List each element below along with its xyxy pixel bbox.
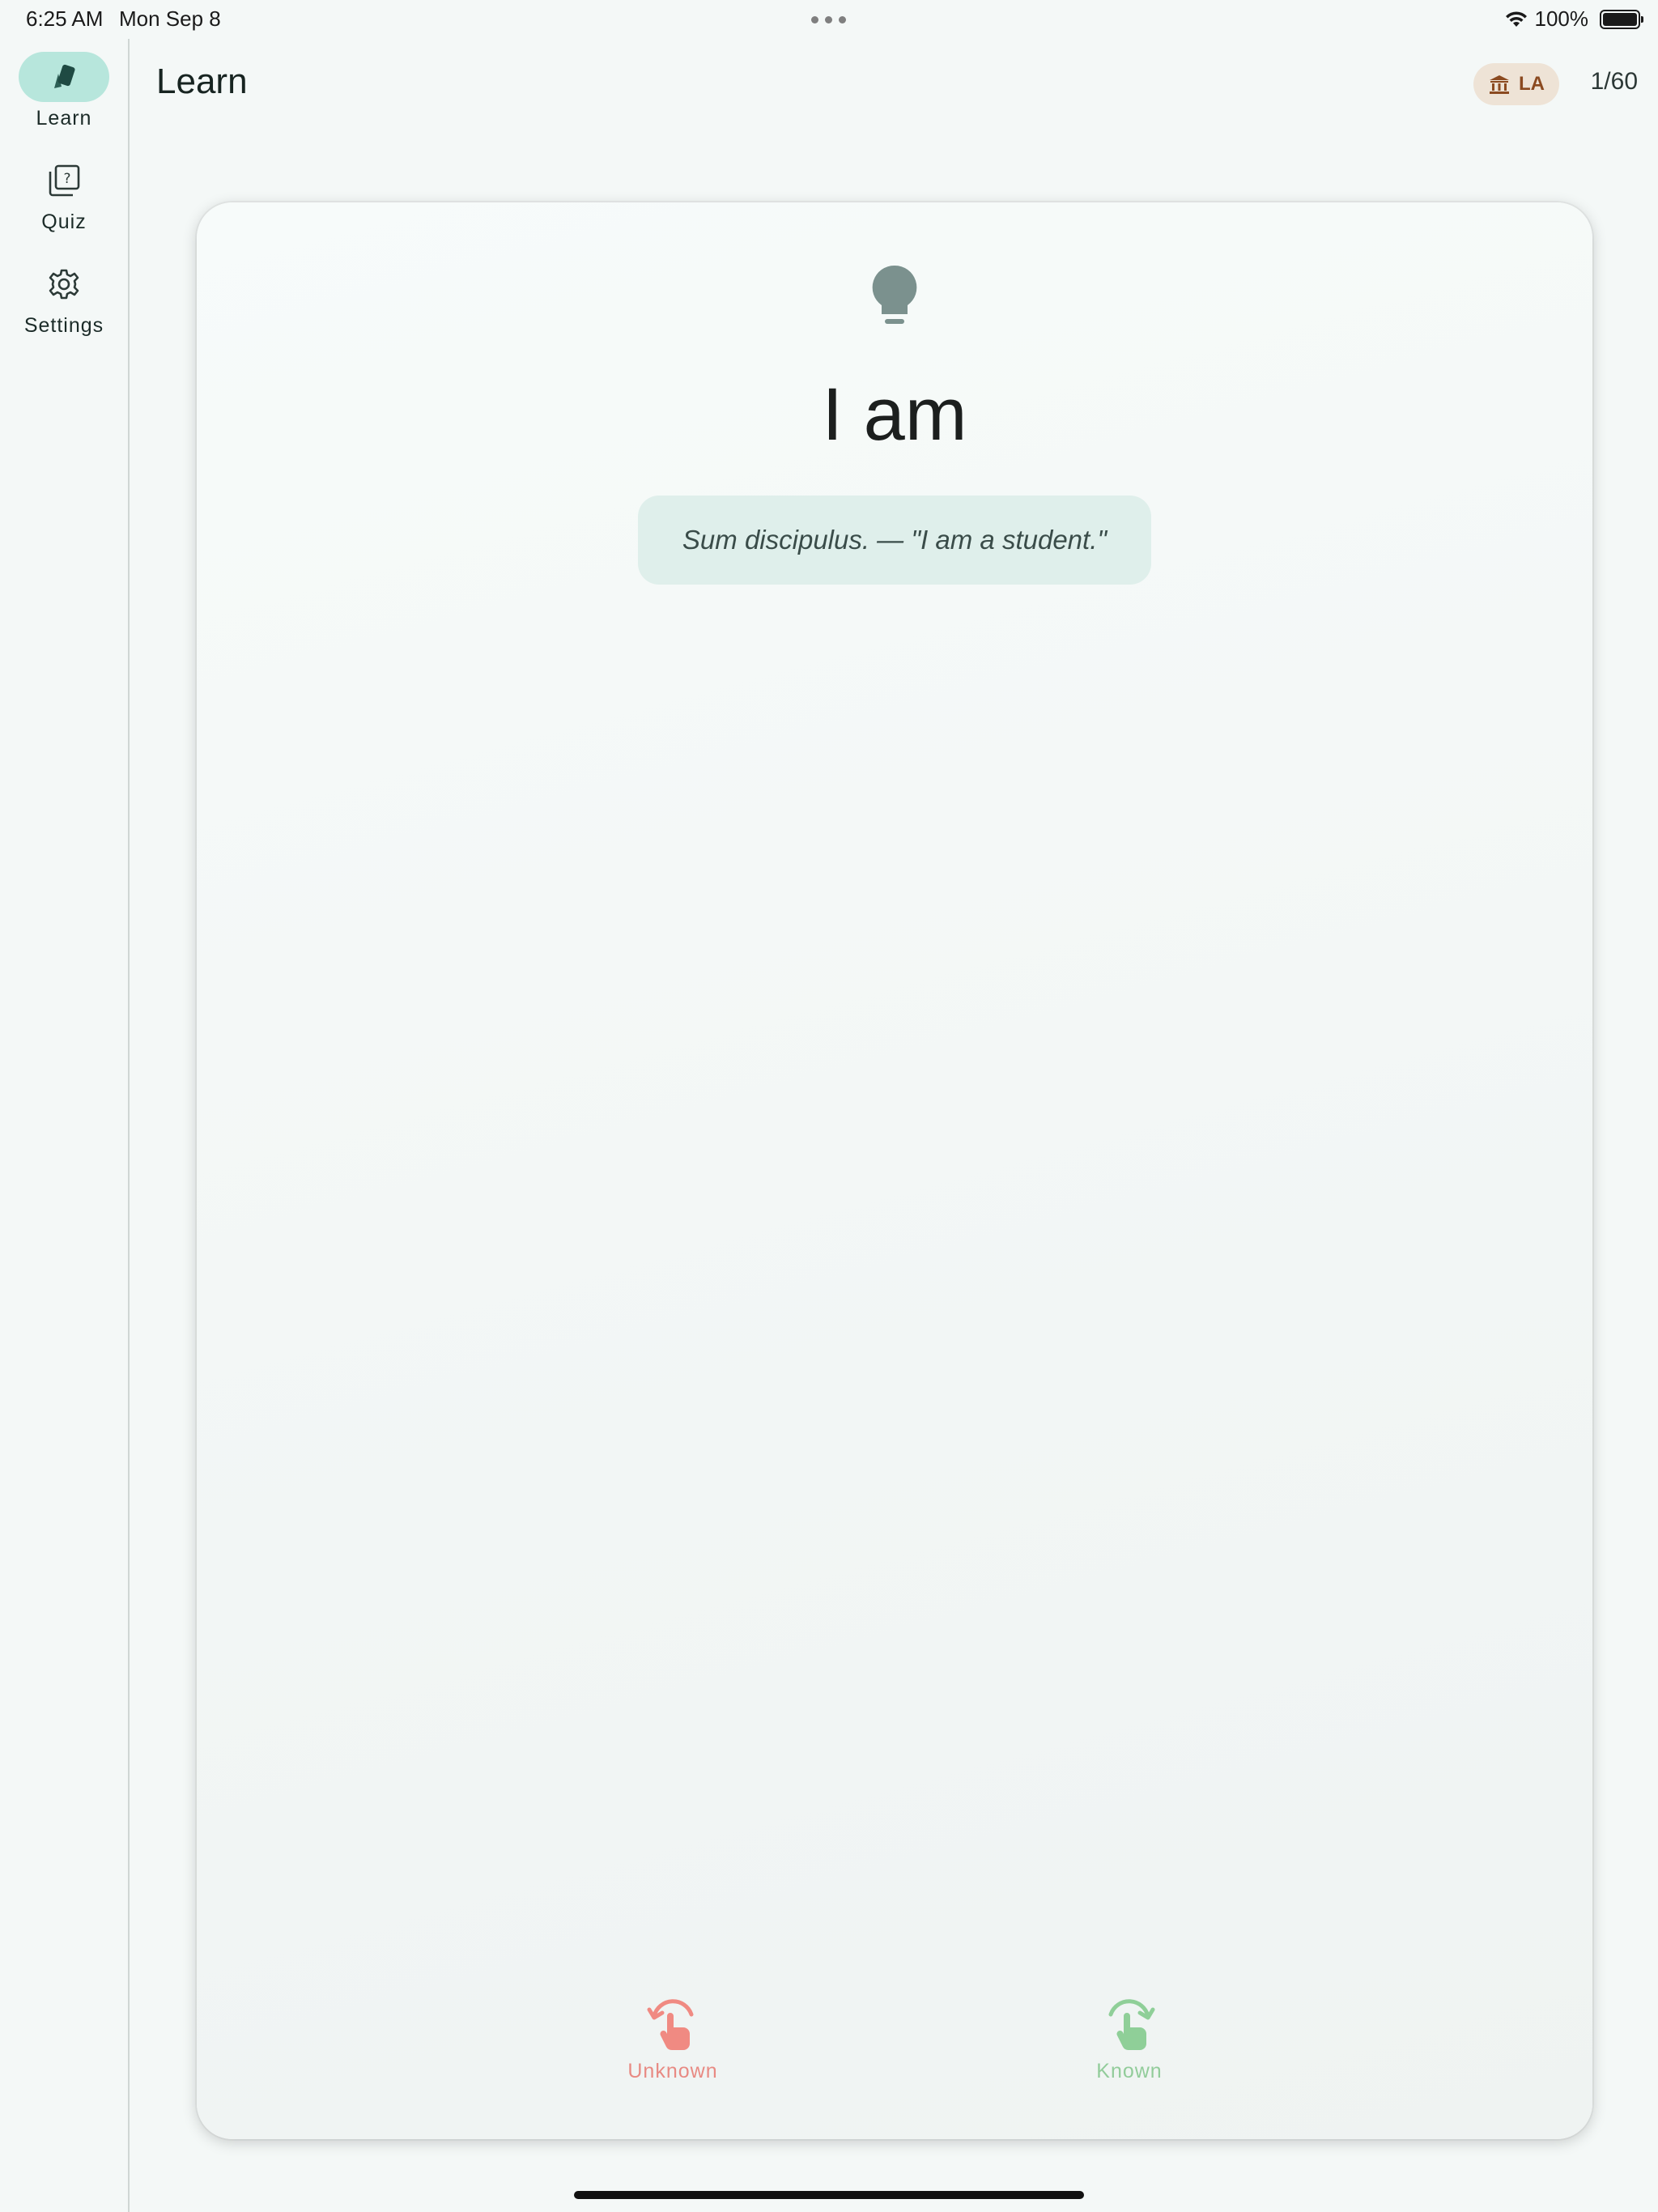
museum-icon <box>1490 75 1509 94</box>
home-indicator[interactable] <box>574 2191 1084 2199</box>
wifi-icon <box>1505 11 1527 27</box>
sidebar-item-label: Learn <box>36 107 92 130</box>
example-sentence: Sum discipulus. — "I am a student." <box>638 496 1151 585</box>
language-badge[interactable]: LA <box>1473 63 1559 105</box>
sidebar-item-settings[interactable]: Settings <box>0 259 128 338</box>
status-time: 6:25 AM <box>26 6 104 31</box>
sidebar-item-label: Settings <box>23 314 104 337</box>
battery-icon <box>1600 9 1643 29</box>
card-word: I am <box>822 373 967 456</box>
lightbulb-icon <box>872 265 917 324</box>
sidebar-item-learn[interactable]: Learn <box>0 52 128 130</box>
known-label: Known <box>1096 2060 1163 2082</box>
nav-icon-container <box>19 259 109 309</box>
swipe-left-icon <box>647 1999 694 2051</box>
progress-counter: 1/60 <box>1590 68 1638 95</box>
quiz-icon: ? <box>49 164 80 197</box>
multitasking-dots-icon[interactable] <box>811 16 846 23</box>
sidebar-item-quiz[interactable]: ? Quiz <box>0 155 128 234</box>
page-title: Learn <box>156 62 248 101</box>
language-code: LA <box>1519 73 1545 95</box>
status-bar: 6:25 AM Mon Sep 8 100% <box>0 0 1658 39</box>
unknown-label: Unknown <box>627 2060 718 2082</box>
cards-icon <box>54 64 75 88</box>
svg-text:?: ? <box>63 171 70 187</box>
nav-icon-container: ? <box>19 155 109 206</box>
battery-percent: 100% <box>1534 6 1589 31</box>
swipe-right-icon <box>1108 1999 1155 2051</box>
flashcard[interactable]: I am Sum discipulus. — "I am a student."… <box>197 202 1592 2139</box>
status-indicators: 100% <box>1504 6 1643 32</box>
known-button[interactable]: Known <box>1048 1998 1210 2083</box>
gear-icon <box>49 269 79 300</box>
sidebar-nav: Learn ? Quiz Settings <box>0 39 130 2212</box>
status-date: Mon Sep 8 <box>119 6 221 31</box>
nav-active-indicator <box>19 52 109 102</box>
unknown-button[interactable]: Unknown <box>592 1998 754 2083</box>
sidebar-item-label: Quiz <box>41 211 87 233</box>
